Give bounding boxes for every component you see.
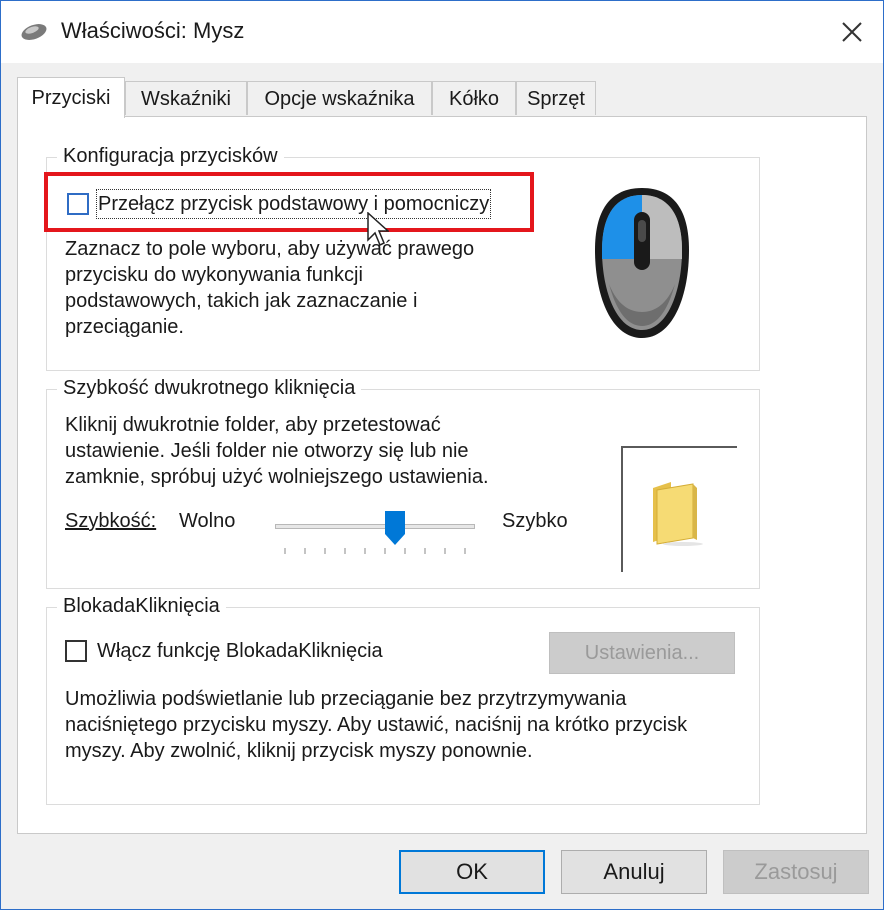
- speed-slider-track[interactable]: [275, 524, 475, 529]
- cancel-button[interactable]: Anuluj: [561, 850, 707, 894]
- tab-opcje-wskaznika[interactable]: Opcje wskaźnika: [247, 81, 432, 115]
- click-lock-desc-1: Umożliwia podświetlanie lub przeciąganie…: [65, 688, 627, 710]
- tab-sprzet[interactable]: Sprzęt: [516, 81, 596, 115]
- double-click-legend: Szybkość dwukrotnego kliknięcia: [57, 377, 362, 400]
- title-bar: Właściwości: Mysz: [1, 1, 883, 63]
- click-lock-settings-button[interactable]: Ustawienia...: [549, 632, 735, 674]
- double-click-desc-1: Kliknij dwukrotnie folder, aby przetesto…: [65, 414, 441, 436]
- button-config-legend: Konfiguracja przycisków: [57, 145, 284, 168]
- button-config-group: Konfiguracja przycisków Przełącz przycis…: [44, 145, 760, 371]
- mouse-properties-dialog: Właściwości: Mysz Przyciski Wskaźniki Op…: [0, 0, 884, 910]
- switch-buttons-label[interactable]: Przełącz przycisk podstawowy i pomocnicz…: [95, 189, 492, 219]
- speed-label: Szybkość:: [65, 510, 157, 532]
- switch-buttons-label-text: Przełącz przycisk podstawowy i pomocnicz…: [98, 193, 490, 215]
- click-lock-label[interactable]: Włącz funkcję BlokadaKliknięcia: [97, 638, 383, 664]
- ok-button[interactable]: OK: [399, 850, 545, 894]
- click-lock-legend: BlokadaKliknięcia: [57, 595, 226, 618]
- click-lock-checkbox[interactable]: [65, 640, 87, 662]
- switch-buttons-checkbox[interactable]: [67, 193, 89, 215]
- close-button[interactable]: [821, 1, 883, 63]
- double-click-group: Szybkość dwukrotnego kliknięcia Kliknij …: [46, 377, 760, 589]
- button-config-desc-4: przeciąganie.: [65, 316, 184, 338]
- tab-wskazniki[interactable]: Wskaźniki: [125, 81, 247, 115]
- speed-slider-ticks: [284, 548, 466, 554]
- test-folder-area[interactable]: [621, 446, 737, 572]
- click-lock-group: BlokadaKliknięcia Włącz funkcję BlokadaK…: [46, 595, 760, 805]
- button-config-desc-1: Zaznacz to pole wyboru, aby używać prawe…: [65, 238, 475, 260]
- button-config-desc-2: przycisku do wykonywania funkcji: [65, 264, 363, 286]
- tab-panel-przyciski: Konfiguracja przycisków Przełącz przycis…: [17, 116, 867, 834]
- mouse-app-icon: [21, 24, 47, 40]
- button-config-desc-3: podstawowych, takich jak zaznaczanie i: [65, 290, 418, 312]
- apply-button[interactable]: Zastosuj: [723, 850, 869, 894]
- slow-label: Wolno: [179, 510, 236, 532]
- close-icon: [842, 22, 862, 42]
- folder-icon: [653, 482, 703, 546]
- mouse-illustration-icon: [595, 188, 689, 338]
- click-lock-desc-2: naciśniętego przycisku myszy. Aby ustawi…: [65, 714, 688, 736]
- fast-label: Szybko: [502, 510, 568, 532]
- double-click-desc-2: ustawienie. Jeśli folder nie otworzy się…: [65, 440, 469, 462]
- speed-slider-thumb[interactable]: [384, 510, 406, 546]
- window-title: Właściwości: Mysz: [61, 18, 245, 43]
- click-lock-desc-3: myszy. Aby zwolnić, kliknij przycisk mys…: [65, 740, 533, 762]
- double-click-desc-3: zamknie, spróbuj użyć wolniejszego ustaw…: [65, 466, 489, 488]
- tab-przyciski[interactable]: Przyciski: [17, 77, 125, 118]
- tab-kolko[interactable]: Kółko: [432, 81, 516, 115]
